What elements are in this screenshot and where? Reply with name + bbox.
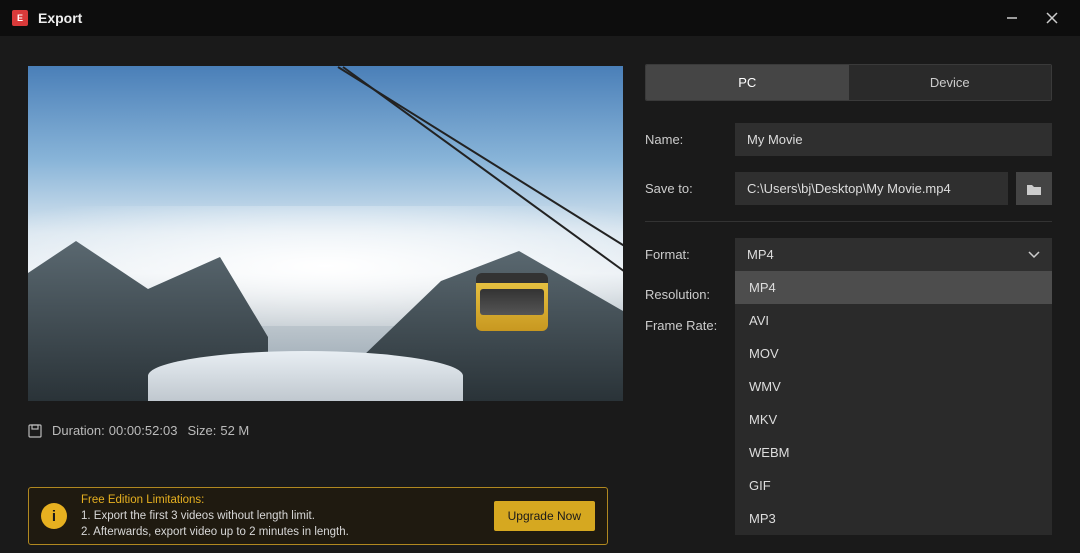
format-option-gif[interactable]: GIF bbox=[735, 469, 1052, 502]
save-to-label: Save to: bbox=[645, 181, 721, 196]
format-option-mp4[interactable]: MP4 bbox=[735, 271, 1052, 304]
format-option-webm[interactable]: WEBM bbox=[735, 436, 1052, 469]
tab-device[interactable]: Device bbox=[849, 65, 1052, 100]
export-target-tabs: PC Device bbox=[645, 64, 1052, 101]
chevron-down-icon bbox=[1028, 251, 1040, 259]
folder-icon bbox=[1026, 182, 1042, 196]
titlebar: E Export bbox=[0, 0, 1080, 36]
size-value: 52 M bbox=[220, 423, 249, 438]
name-input[interactable] bbox=[735, 123, 1052, 156]
format-option-mov[interactable]: MOV bbox=[735, 337, 1052, 370]
upgrade-button[interactable]: Upgrade Now bbox=[494, 501, 595, 531]
name-label: Name: bbox=[645, 132, 721, 147]
duration-value: 00:00:52:03 bbox=[109, 423, 178, 438]
format-label: Format: bbox=[645, 247, 721, 262]
close-button[interactable] bbox=[1032, 0, 1072, 36]
format-select[interactable]: MP4 MP4AVIMOVWMVMKVWEBMGIFMP3 bbox=[735, 238, 1052, 271]
save-path-input[interactable] bbox=[735, 172, 1008, 205]
duration-label: Duration: bbox=[52, 423, 105, 438]
limitation-line-1: 1. Export the first 3 videos without len… bbox=[81, 508, 480, 524]
app-icon: E bbox=[12, 10, 28, 26]
size-label: Size: bbox=[187, 423, 216, 438]
limitation-notice: i Free Edition Limitations: 1. Export th… bbox=[28, 487, 608, 545]
duration-info: Duration: 00:00:52:03 Size: 52 M bbox=[28, 423, 625, 438]
framerate-label: Frame Rate: bbox=[645, 318, 721, 333]
format-option-mp3[interactable]: MP3 bbox=[735, 502, 1052, 535]
format-option-wmv[interactable]: WMV bbox=[735, 370, 1052, 403]
save-disk-icon bbox=[28, 424, 42, 438]
resolution-label: Resolution: bbox=[645, 287, 721, 302]
format-option-avi[interactable]: AVI bbox=[735, 304, 1052, 337]
minimize-button[interactable] bbox=[992, 0, 1032, 36]
format-value: MP4 bbox=[747, 247, 774, 262]
format-dropdown: MP4AVIMOVWMVMKVWEBMGIFMP3 bbox=[735, 271, 1052, 535]
limitation-title: Free Edition Limitations: bbox=[81, 492, 480, 508]
tab-pc[interactable]: PC bbox=[646, 65, 849, 100]
window-title: Export bbox=[38, 10, 82, 26]
info-icon: i bbox=[41, 503, 67, 529]
video-preview bbox=[28, 66, 623, 401]
limitation-line-2: 2. Afterwards, export video up to 2 minu… bbox=[81, 524, 480, 540]
divider bbox=[645, 221, 1052, 222]
format-option-mkv[interactable]: MKV bbox=[735, 403, 1052, 436]
browse-button[interactable] bbox=[1016, 172, 1052, 205]
